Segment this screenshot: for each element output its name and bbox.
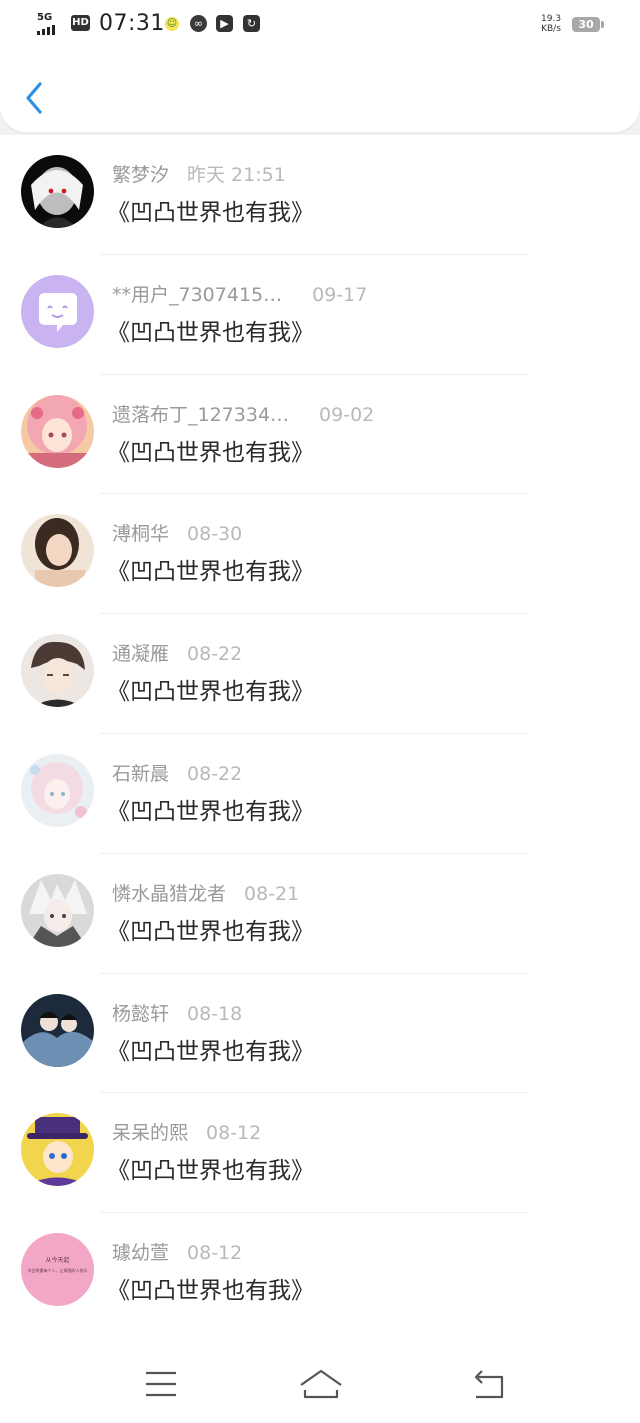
message-date: 08-18 — [187, 1002, 243, 1025]
message-date: 08-22 — [187, 763, 243, 785]
signal-bars-icon — [37, 25, 55, 35]
avatar[interactable] — [21, 155, 94, 228]
message-title: 《凹凸世界也有我》 — [107, 1038, 314, 1065]
menu-button[interactable] — [136, 1363, 186, 1403]
dark-anime-avatar — [21, 155, 94, 228]
user-name: 通凝雁 — [112, 643, 170, 666]
avatar[interactable] — [21, 514, 94, 588]
user-name: 溥桐华 — [112, 523, 170, 546]
item-meta: 石新晨 08-22 — [112, 761, 242, 787]
message-title: 《凹凸世界也有我》 — [107, 679, 314, 706]
item-meta: 杨懿轩 08-18 — [112, 1001, 242, 1027]
status-time: 07:31 — [99, 11, 165, 36]
user-name: 呆呆的熙 — [112, 1122, 189, 1145]
message-list: 繁梦汐 昨天 21:51 《凹凸世界也有我》 **用户_7307415… 09-… — [0, 135, 640, 1333]
status-bar: 5G HD 07:31 ☺ ∞ ▶ ↻ 19.3 KB/s 30 — [0, 0, 640, 48]
anime-boy-avatar — [21, 634, 94, 708]
item-meta: 通凝雁 08-22 — [112, 641, 242, 667]
dark-fantasy-avatar — [21, 993, 94, 1067]
signal-indicator: 5G — [37, 13, 67, 35]
chevron-left-icon — [26, 82, 42, 114]
item-meta: 遗落布丁_127334… 09-02 — [112, 402, 374, 428]
user-name: 遗落布丁_127334… — [112, 403, 290, 426]
speed-unit: KB/s — [541, 24, 561, 34]
list-item[interactable]: 呆呆的熙 08-12 《凹凸世界也有我》 — [0, 1093, 640, 1214]
message-date: 08-12 — [187, 1242, 243, 1265]
hd-badge: HD — [71, 15, 90, 31]
message-date: 09-02 — [319, 403, 375, 426]
default-chat-bubble-avatar — [21, 274, 94, 348]
list-item[interactable]: 遗落布丁_127334… 09-02 《凹凸世界也有我》 — [0, 375, 640, 495]
message-date: 昨天 21:51 — [187, 164, 286, 186]
menu-icon — [146, 1371, 176, 1397]
message-title: 《凹凸世界也有我》 — [107, 319, 314, 346]
list-item[interactable]: 通凝雁 08-22 《凹凸世界也有我》 — [0, 614, 640, 734]
list-item[interactable]: 溥桐华 08-30 《凹凸世界也有我》 — [0, 494, 640, 615]
avatar-text: 从今天起 — [45, 1257, 70, 1265]
list-item[interactable]: 从今天起 学会将重每个人，让周围的人快乐 璩幼萱 08-12 《凹凸世界也有我》 — [0, 1213, 640, 1333]
list-item[interactable]: **用户_7307415… 09-17 《凹凸世界也有我》 — [0, 255, 640, 375]
battery-indicator: 30 — [572, 17, 604, 32]
user-name: 璩幼萱 — [112, 1242, 170, 1265]
silver-anime-avatar — [21, 873, 94, 947]
network-speed: 19.3 KB/s — [541, 14, 561, 34]
weather-smile-icon: ☺ — [165, 17, 179, 31]
avatar[interactable]: 从今天起 学会将重每个人，让周围的人快乐 — [21, 1233, 94, 1307]
item-meta: 溥桐华 08-30 — [112, 521, 242, 547]
speed-value: 19.3 — [541, 14, 562, 24]
item-meta: 呆呆的熙 08-12 — [112, 1120, 261, 1146]
item-meta: 憐水晶猎龙者 08-21 — [112, 881, 299, 907]
header: 5G HD 07:31 ☺ ∞ ▶ ↻ 19.3 KB/s 30 — [0, 0, 640, 132]
user-name: 繁梦汐 — [112, 164, 170, 186]
user-name: 憐水晶猎龙者 — [112, 882, 227, 905]
purple-hat-anime-avatar — [21, 1113, 94, 1187]
pastel-anime-avatar — [21, 754, 94, 827]
user-name: 石新晨 — [112, 763, 170, 785]
avatar[interactable] — [21, 993, 94, 1067]
item-meta: 繁梦汐 昨天 21:51 — [112, 162, 286, 188]
avatar-subtext: 学会将重每个人，让周围的人快乐 — [27, 1268, 88, 1274]
link-icon: ∞ — [190, 15, 207, 32]
home-button[interactable] — [296, 1363, 346, 1403]
play-icon: ▶ — [216, 15, 233, 32]
message-date: 08-22 — [187, 643, 243, 666]
home-icon — [300, 1369, 342, 1399]
avatar[interactable] — [21, 1113, 94, 1187]
message-title: 《凹凸世界也有我》 — [107, 439, 314, 466]
message-title: 《凹凸世界也有我》 — [107, 559, 314, 586]
user-name: **用户_7307415… — [112, 283, 283, 306]
avatar[interactable] — [21, 873, 94, 947]
message-date: 08-12 — [206, 1122, 262, 1145]
message-date: 09-17 — [312, 283, 368, 306]
message-date: 08-30 — [187, 523, 243, 546]
message-title: 《凹凸世界也有我》 — [107, 200, 314, 226]
avatar[interactable] — [21, 274, 94, 348]
list-item[interactable]: 憐水晶猎龙者 08-21 《凹凸世界也有我》 — [0, 854, 640, 974]
message-title: 《凹凸世界也有我》 — [107, 1158, 314, 1185]
avatar[interactable] — [21, 394, 94, 468]
message-title: 《凹凸世界也有我》 — [107, 799, 314, 825]
item-meta: 璩幼萱 08-12 — [112, 1240, 242, 1266]
back-arrow-icon — [474, 1370, 504, 1399]
list-item[interactable]: 繁梦汐 昨天 21:51 《凹凸世界也有我》 — [0, 135, 640, 255]
portrait-photo-avatar — [21, 514, 94, 588]
pink-hair-anime-avatar — [21, 394, 94, 468]
back-nav-button[interactable] — [464, 1363, 514, 1403]
avatar[interactable] — [21, 634, 94, 708]
refresh-icon: ↻ — [243, 15, 260, 32]
avatar[interactable] — [21, 754, 94, 827]
list-item[interactable]: 石新晨 08-22 《凹凸世界也有我》 — [0, 734, 640, 854]
network-type: 5G — [37, 12, 53, 23]
message-title: 《凹凸世界也有我》 — [107, 1278, 314, 1305]
item-meta: **用户_7307415… 09-17 — [112, 282, 367, 308]
back-button[interactable] — [20, 80, 50, 116]
message-date: 08-21 — [244, 882, 300, 905]
list-item[interactable]: 杨懿轩 08-18 《凹凸世界也有我》 — [0, 974, 640, 1094]
system-nav-bar — [0, 1333, 640, 1423]
user-name: 杨懿轩 — [112, 1002, 170, 1025]
message-title: 《凹凸世界也有我》 — [107, 918, 314, 945]
pink-text-avatar: 从今天起 学会将重每个人，让周围的人快乐 — [21, 1233, 94, 1306]
